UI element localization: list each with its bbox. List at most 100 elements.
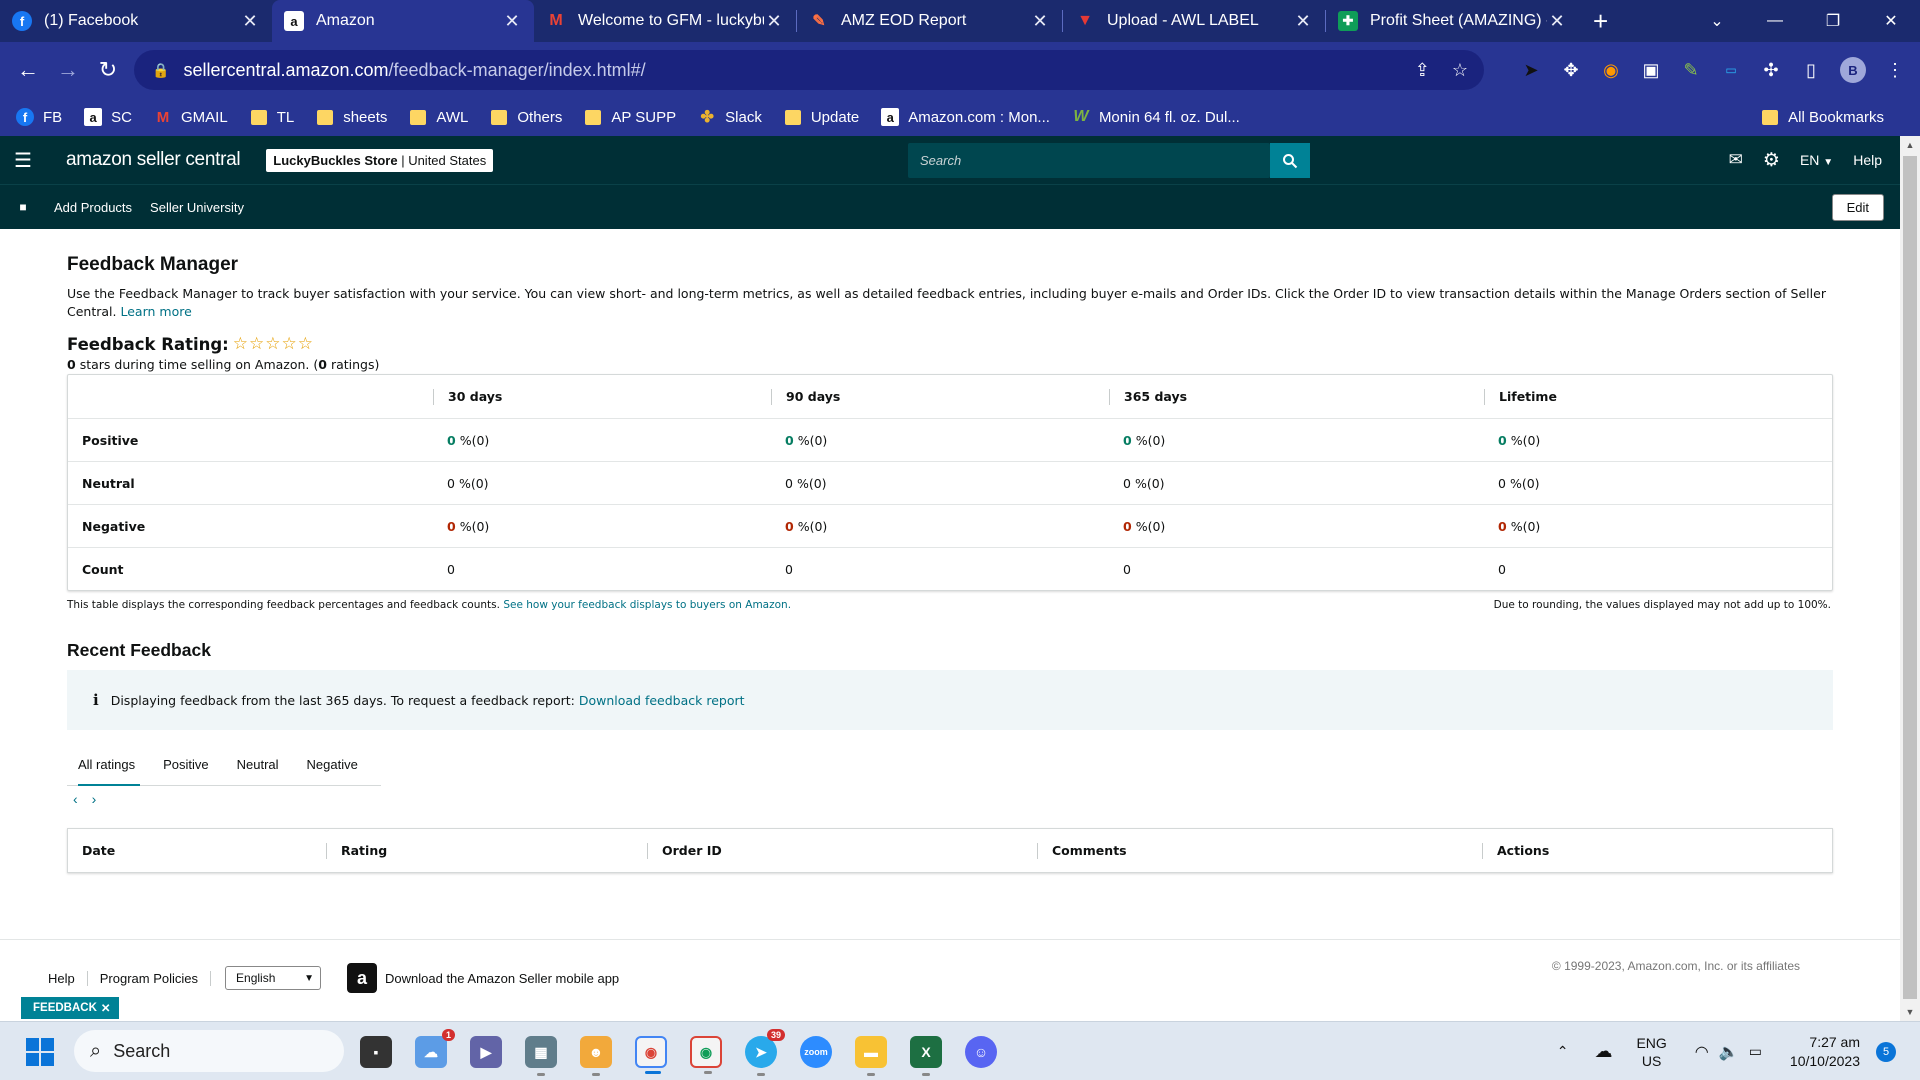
mail-icon[interactable]: ✉: [1729, 150, 1743, 170]
back-icon[interactable]: ←: [8, 57, 48, 83]
side-panel-icon[interactable]: ▯: [1800, 59, 1822, 81]
reload-icon[interactable]: ↻: [88, 57, 128, 83]
battery-icon[interactable]: ▭: [1749, 1043, 1762, 1060]
taskbar-search[interactable]: ⌕ Search: [74, 1030, 344, 1072]
bookmark-folder-ap-supp[interactable]: AP SUPP: [584, 108, 676, 126]
tab-profit-sheet[interactable]: ✚ Profit Sheet (AMAZING) - ( ✕: [1326, 0, 1579, 42]
telegram-icon[interactable]: ➤ 39: [745, 1029, 785, 1076]
footer-language-select[interactable]: English ▼: [225, 966, 322, 990]
bookmark-folder-update[interactable]: Update: [784, 108, 859, 126]
edit-nav-button[interactable]: Edit: [1831, 194, 1884, 221]
hamburger-menu-icon[interactable]: ☰: [0, 148, 46, 173]
close-icon[interactable]: ✕: [1293, 11, 1313, 32]
tab-awl-label[interactable]: ▼ Upload - AWL LABEL ✕: [1063, 0, 1325, 42]
feedback-badge[interactable]: FEEDBACK ✕: [21, 997, 119, 1019]
tab-negative[interactable]: Negative: [290, 744, 369, 786]
menu-kebab-icon[interactable]: ⋮: [1884, 59, 1906, 81]
maximize-icon[interactable]: ❐: [1804, 11, 1862, 31]
tab-neutral[interactable]: Neutral: [220, 744, 290, 786]
all-bookmarks[interactable]: All Bookmarks: [1761, 98, 1884, 136]
share-icon[interactable]: ⇪: [1415, 60, 1430, 81]
chevron-up-icon[interactable]: ⌃: [1557, 1043, 1569, 1060]
bookmark-monin[interactable]: W Monin 64 fl. oz. Dul...: [1072, 108, 1239, 126]
extension-zoom-icon[interactable]: ▭: [1720, 59, 1742, 81]
learn-more-link[interactable]: Learn more: [120, 304, 191, 319]
chevron-right-icon[interactable]: ›: [92, 791, 97, 807]
tab-facebook[interactable]: f (1) Facebook ✕: [0, 0, 272, 42]
forward-icon[interactable]: →: [48, 57, 88, 83]
extensions-puzzle-icon[interactable]: ✣: [1760, 59, 1782, 81]
footer-program-policies-link[interactable]: Program Policies: [100, 970, 212, 986]
calculator-icon[interactable]: ▦: [525, 1036, 557, 1076]
nav-add-products[interactable]: Add Products: [54, 200, 132, 215]
store-selector[interactable]: LuckyBuckles Store | United States: [266, 148, 494, 172]
app-download-link[interactable]: a Download the Amazon Seller mobile app: [347, 963, 619, 993]
volume-icon[interactable]: 🔈: [1719, 1042, 1739, 1062]
profile-avatar[interactable]: B: [1840, 57, 1866, 83]
app-character-icon[interactable]: ☻: [580, 1036, 612, 1076]
teams-meet-icon[interactable]: ▶: [470, 1036, 502, 1068]
extension-camera-icon[interactable]: ▣: [1640, 59, 1662, 81]
bookmark-fb[interactable]: f FB: [16, 108, 62, 126]
tab-search-icon[interactable]: ⌄: [1688, 11, 1746, 31]
minimize-icon[interactable]: —: [1746, 12, 1804, 30]
footer-help-link[interactable]: Help: [48, 970, 88, 986]
lock-icon[interactable]: 🔒: [152, 62, 169, 79]
bookmark-amazon-product[interactable]: a Amazon.com : Mon...: [881, 108, 1050, 126]
close-icon[interactable]: ✕: [764, 11, 784, 32]
close-icon[interactable]: ✕: [101, 1001, 111, 1015]
clock[interactable]: 7:27 am 10/10/2023: [1790, 1033, 1860, 1071]
seller-central-logo[interactable]: amazon seller central: [66, 149, 241, 171]
bookmark-icon[interactable]: ■: [0, 200, 46, 214]
chrome-profile-j-icon[interactable]: ◉: [690, 1036, 722, 1074]
extension-pen-icon[interactable]: ✎: [1680, 59, 1702, 81]
close-icon[interactable]: ✕: [1547, 11, 1567, 32]
tab-all-ratings[interactable]: All ratings: [67, 744, 146, 786]
bookmark-slack[interactable]: ✤ Slack: [698, 108, 761, 127]
search-button[interactable]: [1270, 143, 1310, 178]
tab-gmail[interactable]: M Welcome to GFM - luckybu ✕: [534, 0, 796, 42]
bookmark-gmail[interactable]: M GMAIL: [154, 108, 228, 126]
new-tab-button[interactable]: +: [1593, 6, 1608, 37]
chrome-profile-b-icon[interactable]: ◉: [635, 1036, 667, 1074]
language-selector[interactable]: EN ▼: [1800, 152, 1833, 168]
bookmark-folder-others[interactable]: Others: [490, 108, 562, 126]
feedback-display-link[interactable]: See how your feedback displays to buyers…: [503, 599, 791, 611]
extension-arrow-icon[interactable]: ➤: [1520, 59, 1542, 81]
extension-puzzle-blue-icon[interactable]: ✥: [1560, 59, 1582, 81]
scrollbar-thumb[interactable]: [1903, 156, 1917, 999]
zoom-icon[interactable]: zoom: [800, 1036, 832, 1068]
tab-eod-report[interactable]: ✎ AMZ EOD Report ✕: [797, 0, 1062, 42]
help-link[interactable]: Help: [1853, 152, 1882, 168]
scroll-up-icon[interactable]: ▲: [1900, 140, 1920, 150]
close-icon[interactable]: ✕: [240, 11, 260, 32]
close-icon[interactable]: ✕: [502, 11, 522, 32]
download-report-link[interactable]: Download feedback report: [579, 693, 745, 708]
vertical-scrollbar[interactable]: ▲ ▼: [1900, 136, 1920, 1021]
wifi-icon[interactable]: ◠: [1695, 1042, 1709, 1062]
chevron-left-icon[interactable]: ‹: [73, 791, 78, 807]
bookmark-star-icon[interactable]: ☆: [1452, 60, 1468, 81]
close-icon[interactable]: ✕: [1030, 11, 1050, 32]
file-explorer-dark-icon[interactable]: ▪: [360, 1036, 392, 1068]
bookmark-folder-tl[interactable]: TL: [250, 108, 294, 126]
gear-icon[interactable]: ⚙: [1763, 149, 1780, 172]
notification-badge[interactable]: 5: [1876, 1041, 1896, 1062]
tab-positive[interactable]: Positive: [146, 744, 220, 786]
weather-cloud-icon[interactable]: ☁ 1: [415, 1029, 455, 1068]
nav-seller-university[interactable]: Seller University: [150, 200, 244, 215]
bookmark-sc[interactable]: a SC: [84, 108, 132, 126]
extension-circle-icon[interactable]: ◉: [1600, 59, 1622, 81]
bookmark-folder-awl[interactable]: AWL: [409, 108, 468, 126]
search-input[interactable]: Search: [908, 143, 1270, 178]
close-window-icon[interactable]: ✕: [1862, 11, 1920, 31]
folder-explorer-icon[interactable]: ▬: [855, 1036, 887, 1076]
input-language[interactable]: ENG US: [1636, 1034, 1666, 1070]
onedrive-cloud-icon[interactable]: ☁: [1594, 1041, 1612, 1062]
url-bar[interactable]: 🔒 sellercentral.amazon.com/feedback-mana…: [134, 50, 1484, 90]
scroll-down-icon[interactable]: ▼: [1900, 1007, 1920, 1017]
discord-icon[interactable]: ☺: [965, 1036, 997, 1068]
excel-icon[interactable]: X: [910, 1036, 942, 1076]
tab-amazon[interactable]: a Amazon ✕: [272, 0, 534, 42]
windows-start-icon[interactable]: [26, 1038, 54, 1066]
